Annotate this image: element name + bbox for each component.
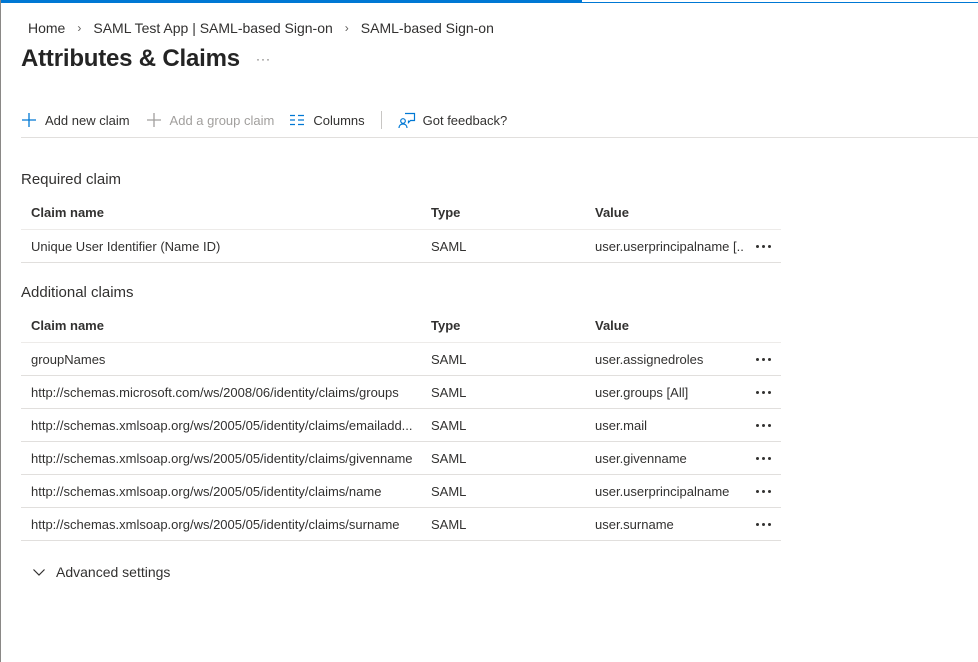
more-icon[interactable]: ··· — [256, 52, 271, 66]
column-header-value[interactable]: Value — [595, 195, 745, 229]
command-bar: Add new claim Add a group claim Columns — [21, 106, 507, 134]
column-header-claim-name[interactable]: Claim name — [31, 308, 421, 342]
left-border — [0, 0, 1, 662]
columns-icon — [289, 112, 305, 128]
advanced-settings-label: Advanced settings — [56, 564, 171, 580]
feedback-icon — [398, 111, 416, 129]
column-header-value[interactable]: Value — [595, 308, 745, 342]
add-group-claim-label: Add a group claim — [169, 112, 275, 128]
claim-name: http://schemas.xmlsoap.org/ws/2005/05/id… — [31, 417, 413, 433]
required-claims-table: Claim name Type Value Unique User Identi… — [21, 195, 781, 263]
feedback-button[interactable]: Got feedback? — [398, 106, 508, 134]
claim-value: user.groups [All] — [595, 384, 689, 400]
table-row[interactable]: http://schemas.xmlsoap.org/ws/2005/05/id… — [21, 442, 781, 475]
toolbar-divider — [380, 111, 382, 129]
column-header-type[interactable]: Type — [431, 195, 581, 229]
add-icon — [146, 112, 162, 128]
chevron-down-icon — [33, 569, 45, 576]
more-icon[interactable] — [751, 376, 775, 408]
claim-type: SAML — [431, 351, 467, 367]
breadcrumb-home[interactable]: Home — [28, 20, 65, 36]
top-search-area[interactable] — [582, 0, 978, 2]
claim-type: SAML — [431, 384, 467, 400]
claim-value: user.surname — [595, 516, 674, 532]
more-icon[interactable] — [751, 475, 775, 507]
breadcrumb-app[interactable]: SAML Test App | SAML-based Sign-on — [93, 20, 332, 36]
table-row[interactable]: groupNames SAML user.assignedroles — [21, 343, 781, 376]
table-header: Claim name Type Value — [21, 308, 781, 343]
advanced-settings-toggle[interactable]: Advanced settings — [32, 562, 170, 582]
page-title: Attributes & Claims — [21, 45, 240, 72]
table-header: Claim name Type Value — [21, 195, 781, 230]
breadcrumb-separator: › — [77, 21, 82, 35]
additional-claims-heading: Additional claims — [21, 284, 134, 301]
more-icon[interactable] — [751, 343, 775, 375]
required-claim-heading: Required claim — [21, 171, 122, 188]
claim-type: SAML — [431, 516, 467, 532]
breadcrumb-separator: › — [344, 21, 349, 35]
claim-name: http://schemas.xmlsoap.org/ws/2005/05/id… — [31, 483, 382, 499]
add-new-claim-button[interactable]: Add new claim — [21, 106, 130, 134]
column-header-claim-name[interactable]: Claim name — [31, 195, 421, 229]
additional-claims-table: Claim name Type Value groupNames SAML us… — [21, 308, 781, 541]
more-icon[interactable] — [751, 442, 775, 474]
table-row[interactable]: Unique User Identifier (Name ID) SAML us… — [21, 230, 781, 263]
more-icon[interactable] — [751, 508, 775, 540]
claim-type: SAML — [431, 483, 467, 499]
claim-name: groupNames — [31, 351, 106, 367]
claim-value: user.mail — [595, 417, 648, 433]
claim-value: user.userprincipalname [... — [595, 238, 745, 254]
columns-label: Columns — [313, 112, 365, 128]
table-row[interactable]: http://schemas.xmlsoap.org/ws/2005/05/id… — [21, 508, 781, 541]
claim-value: user.assignedroles — [595, 351, 704, 367]
claim-name: Unique User Identifier (Name ID) — [31, 238, 221, 254]
add-group-claim-button[interactable]: Add a group claim — [146, 106, 275, 134]
add-new-claim-label: Add new claim — [45, 112, 130, 128]
table-row[interactable]: http://schemas.xmlsoap.org/ws/2005/05/id… — [21, 409, 781, 442]
add-icon — [21, 112, 37, 128]
column-header-type[interactable]: Type — [431, 308, 581, 342]
table-row[interactable]: http://schemas.microsoft.com/ws/2008/06/… — [21, 376, 781, 409]
toolbar-divider-line — [21, 137, 978, 138]
claim-value: user.userprincipalname — [595, 483, 730, 499]
claim-type: SAML — [431, 238, 467, 254]
more-icon[interactable] — [751, 230, 775, 262]
claim-name: http://schemas.xmlsoap.org/ws/2005/05/id… — [31, 450, 413, 466]
columns-button[interactable]: Columns — [289, 106, 365, 134]
claim-value: user.givenname — [595, 450, 687, 466]
claim-type: SAML — [431, 417, 467, 433]
table-row[interactable]: http://schemas.xmlsoap.org/ws/2005/05/id… — [21, 475, 781, 508]
breadcrumb: Home › SAML Test App | SAML-based Sign-o… — [28, 19, 494, 37]
claim-name: http://schemas.microsoft.com/ws/2008/06/… — [31, 384, 399, 400]
more-icon[interactable] — [751, 409, 775, 441]
claim-name: http://schemas.xmlsoap.org/ws/2005/05/id… — [31, 516, 400, 532]
breadcrumb-sso[interactable]: SAML-based Sign-on — [361, 20, 494, 36]
claim-type: SAML — [431, 450, 467, 466]
feedback-label: Got feedback? — [422, 112, 508, 128]
